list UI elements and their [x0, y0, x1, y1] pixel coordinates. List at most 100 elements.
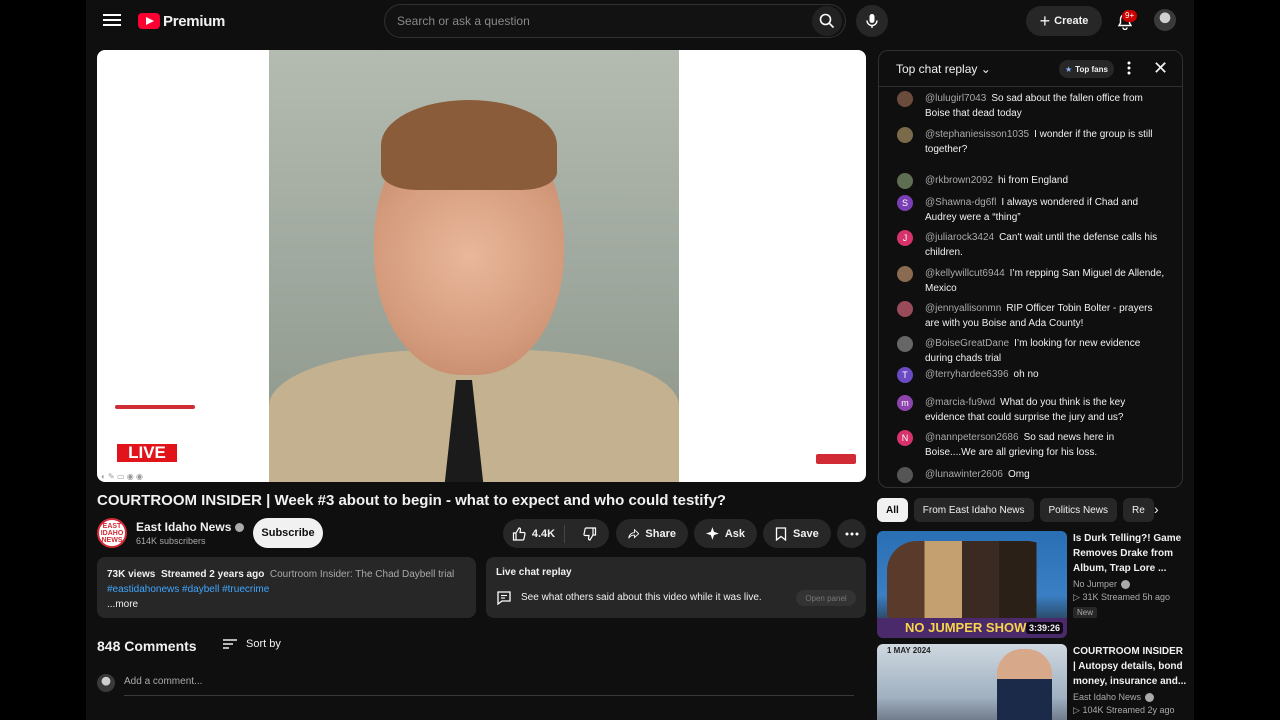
search-button[interactable]: [812, 6, 842, 36]
sort-by-button[interactable]: Sort by: [222, 638, 281, 650]
chat-username[interactable]: @nannpeterson2686: [925, 432, 1019, 443]
player-subscribe-watermark[interactable]: [816, 454, 856, 464]
ask-button[interactable]: Ask: [694, 519, 757, 548]
account-avatar[interactable]: [1154, 9, 1176, 31]
related-thumbnail-1[interactable]: NO JUMPER SHOW 3:39:26: [877, 531, 1067, 638]
related-video-2[interactable]: 1 MAY 2024 COURTROOM INSIDER | Autopsy d…: [877, 644, 1187, 720]
chat-username[interactable]: @terryhardee6396: [925, 369, 1009, 380]
chat-avatar[interactable]: [897, 173, 913, 189]
related-channel: No Jumper: [1073, 579, 1187, 590]
chat-username[interactable]: @juliarock3424: [925, 232, 994, 243]
more-actions-button[interactable]: [837, 519, 866, 548]
chat-title: Top chat replay: [896, 62, 978, 76]
save-button[interactable]: Save: [763, 519, 831, 548]
add-comment-input[interactable]: Add a comment...: [124, 676, 854, 696]
channel-name[interactable]: East Idaho News: [136, 520, 231, 534]
create-button[interactable]: + Create: [1026, 6, 1102, 36]
top-fans-button[interactable]: ★ Top fans: [1059, 60, 1114, 78]
chat-username[interactable]: @kellywillcut6944: [925, 268, 1005, 279]
chat-avatar[interactable]: S: [897, 195, 913, 211]
dislike-button[interactable]: [571, 526, 609, 541]
playlist-name[interactable]: Courtroom Insider: The Chad Daybell tria…: [270, 569, 454, 580]
chat-avatar[interactable]: m: [897, 395, 913, 411]
chat-username[interactable]: @lulugirl7043: [925, 93, 986, 104]
chat-message-body: @stephaniesisson1035 I wonder if the grou…: [925, 127, 1167, 157]
more-vertical-icon[interactable]: [1127, 61, 1131, 75]
close-icon[interactable]: ✕: [1153, 59, 1168, 77]
chat-avatar[interactable]: [897, 301, 913, 317]
hamburger-menu-icon[interactable]: [102, 11, 122, 31]
live-chat-card-subtitle: See what others said about this video wh…: [521, 592, 762, 603]
youtube-window: Premium + Create 9+ LIVE ◐ ✎: [86, 0, 1194, 720]
chat-message: @stephaniesisson1035 I wonder if the grou…: [897, 127, 1167, 157]
filter-chip[interactable]: Politics News: [1039, 498, 1117, 522]
chat-username[interactable]: @BoiseGreatDane: [925, 338, 1009, 349]
related-info-2: COURTROOM INSIDER | Autopsy details, bon…: [1073, 644, 1187, 716]
open-panel-button[interactable]: Open panel: [796, 590, 856, 606]
hashtags[interactable]: #eastidahonews #daybell #truecrime: [107, 582, 466, 597]
overlay-bar: [115, 405, 195, 409]
chat-username[interactable]: @marcia-fu9wd: [925, 397, 995, 408]
search-box: [384, 4, 846, 38]
related-title[interactable]: Is Durk Telling?! Game Removes Drake fro…: [1073, 531, 1187, 576]
ask-label: Ask: [724, 527, 745, 540]
description-box[interactable]: 73K views Streamed 2 years ago Courtroom…: [97, 557, 476, 618]
video-player[interactable]: LIVE ◐ ✎ ▭ ◉ ◉: [97, 50, 866, 482]
related-channel: East Idaho News: [1073, 692, 1187, 703]
chat-avatar[interactable]: [897, 336, 913, 352]
chat-username[interactable]: @Shawna-dg6fl: [925, 197, 996, 208]
plus-icon: +: [1039, 11, 1051, 31]
stream-date: Streamed 2 years ago: [160, 569, 265, 580]
chat-username[interactable]: @lunawinter2606: [925, 469, 1003, 480]
chat-mode-dropdown[interactable]: Top chat replay ⌄: [896, 62, 991, 76]
related-chips: All From East Idaho News Politics News Re: [877, 498, 1187, 524]
user-avatar: [97, 674, 115, 692]
chat-messages[interactable]: @lulugirl7043 So sad about the fallen off…: [879, 87, 1182, 487]
chat-avatar[interactable]: N: [897, 430, 913, 446]
chat-username[interactable]: @jennyallisonmn: [925, 303, 1001, 314]
chat-avatar[interactable]: [897, 127, 913, 143]
chat-avatar[interactable]: [897, 91, 913, 107]
voice-search-button[interactable]: [856, 5, 888, 37]
related-info-1: Is Durk Telling?! Game Removes Drake fro…: [1073, 531, 1187, 619]
verified-icon: [1121, 580, 1131, 590]
like-dislike-group: 4.4K: [503, 519, 609, 548]
chat-username[interactable]: @stephaniesisson1035: [925, 129, 1029, 140]
chat-message-body: @kellywillcut6944 I’m repping San Miguel …: [925, 266, 1167, 296]
save-label: Save: [793, 527, 819, 540]
channel-avatar[interactable]: EAST IDAHO NEWS: [97, 518, 127, 548]
subscribe-button[interactable]: Subscribe: [253, 518, 323, 548]
share-button[interactable]: Share: [616, 519, 688, 548]
share-label: Share: [645, 527, 676, 540]
youtube-logo[interactable]: Premium: [138, 11, 225, 31]
channel-name-row[interactable]: East Idaho News: [136, 520, 245, 534]
related-video-1[interactable]: NO JUMPER SHOW 3:39:26 Is Durk Telling?!…: [877, 531, 1187, 638]
filter-chip[interactable]: Re: [1122, 498, 1154, 522]
related-stats: ▷ 31K Streamed 5h ago: [1073, 592, 1170, 603]
chat-avatar[interactable]: T: [897, 367, 913, 383]
chat-avatar[interactable]: [897, 467, 913, 483]
chat-username[interactable]: @rkbrown2092: [925, 175, 993, 186]
video-frame-image: [269, 50, 679, 482]
thumbnail-date-text: 1 MAY 2024: [887, 646, 931, 655]
chat-message-body: @juliarock3424 Can't wait until the defen…: [925, 230, 1167, 260]
chat-message-body: @lunawinter2606 Omg: [925, 467, 1030, 483]
related-title[interactable]: COURTROOM INSIDER | Autopsy details, bon…: [1073, 644, 1187, 689]
logo-text: Premium: [163, 12, 226, 30]
filter-chip[interactable]: From East Idaho News: [913, 498, 1034, 522]
chat-message: J @juliarock3424 Can't wait until the defe…: [897, 230, 1167, 260]
more-horizontal-icon: [845, 532, 858, 535]
chevron-right-icon[interactable]: ›: [1154, 501, 1159, 517]
like-button[interactable]: 4.4K: [503, 524, 565, 543]
live-chat-card-title: Live chat replay: [496, 567, 572, 578]
chat-message-body: @nannpeterson2686 So sad news here in Boi…: [925, 430, 1167, 460]
chat-avatar[interactable]: J: [897, 230, 913, 246]
player-mini-controls[interactable]: ◐ ✎ ▭ ◉ ◉: [101, 472, 143, 481]
search-input[interactable]: [385, 14, 812, 28]
chat-avatar[interactable]: [897, 266, 913, 282]
chat-message: @jennyallisonmn RIP Officer Tobin Bolter …: [897, 301, 1167, 331]
filter-chip[interactable]: All: [877, 498, 908, 522]
related-thumbnail-2[interactable]: 1 MAY 2024: [877, 644, 1067, 720]
live-replay-icon: ▷: [1073, 592, 1080, 603]
show-more-link[interactable]: ...more: [107, 597, 466, 612]
